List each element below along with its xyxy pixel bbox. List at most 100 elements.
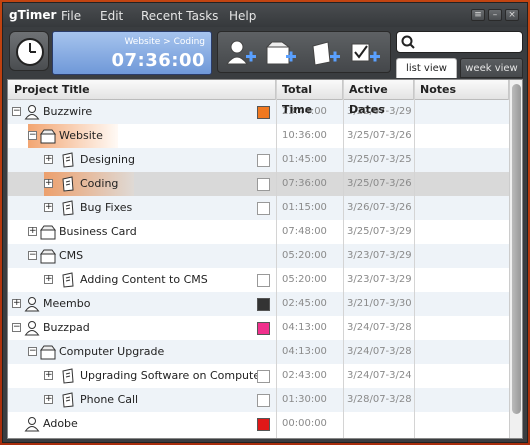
- add-todo-button[interactable]: [348, 38, 382, 68]
- project-title: Phone Call: [80, 393, 139, 406]
- gtimer-window: gTimer File Edit Recent Tasks Help ≡ – ×…: [2, 2, 528, 443]
- app-title: gTimer: [9, 8, 57, 22]
- collapse-icon[interactable]: −: [28, 251, 37, 260]
- expand-icon[interactable]: +: [44, 203, 53, 212]
- checkbox[interactable]: [257, 274, 270, 287]
- current-task-label: Website > Coding: [124, 37, 205, 47]
- menu-recent-tasks[interactable]: Recent Tasks: [141, 9, 218, 23]
- total-time: 01:30:00: [282, 394, 327, 405]
- menu-file[interactable]: File: [61, 9, 81, 23]
- table-row[interactable]: − CMS 05:20:00 3/23/07-3/29: [8, 244, 509, 268]
- project-title: Website: [59, 129, 103, 142]
- collapse-icon[interactable]: −: [12, 323, 21, 332]
- expand-icon[interactable]: +: [44, 395, 53, 404]
- project-title: Coding: [80, 177, 119, 190]
- table-row[interactable]: + Adding Content to CMS 05:20:00 3/23/07-3/…: [8, 268, 509, 292]
- table-row[interactable]: − Computer Upgrade 04:13:00 3/24/07-3/28: [8, 340, 509, 364]
- project-title: Upgrading Software on Computers: [80, 369, 258, 382]
- expand-icon[interactable]: +: [44, 155, 53, 164]
- table-row[interactable]: + Designing 01:45:00 3/25/07-3/25: [8, 148, 509, 172]
- close-button[interactable]: ×: [505, 9, 519, 21]
- checkbox[interactable]: [257, 370, 270, 383]
- total-time: 01:15:00: [282, 202, 327, 213]
- folder-icon: [40, 224, 56, 240]
- add-project-icon: [265, 41, 296, 65]
- project-title: Buzzwire: [43, 105, 93, 118]
- checkbox[interactable]: [257, 394, 270, 407]
- current-timer-display: Website > Coding 07:36:00: [52, 31, 212, 75]
- expand-icon[interactable]: +: [28, 227, 37, 236]
- column-project-title[interactable]: Project Title: [8, 80, 276, 100]
- minimize-button[interactable]: –: [488, 9, 502, 21]
- toolbar: Website > Coding 07:36:00 list view week…: [3, 27, 527, 79]
- collapse-icon[interactable]: −: [28, 131, 37, 140]
- table-row[interactable]: − Website 10:36:00 3/25/07-3/26: [8, 124, 509, 148]
- checkbox[interactable]: [257, 202, 270, 215]
- timer-toggle-button[interactable]: [9, 31, 49, 71]
- active-dates: 3/26/07-3/26: [347, 202, 412, 213]
- checkbox[interactable]: [257, 154, 270, 167]
- color-swatch[interactable]: [257, 298, 270, 311]
- color-swatch[interactable]: [257, 106, 270, 119]
- checkbox-add-icon: [351, 43, 380, 62]
- current-time-readout: 07:36:00: [111, 50, 205, 71]
- color-swatch[interactable]: [257, 322, 270, 335]
- person-icon: [24, 104, 40, 120]
- table-row[interactable]: + Meembo 02:45:00 3/21/07-3/30: [8, 292, 509, 316]
- expand-icon[interactable]: +: [44, 179, 53, 188]
- folder-icon: [40, 344, 56, 360]
- project-title: Adobe: [43, 417, 78, 430]
- total-time: 05:20:00: [282, 250, 327, 261]
- project-title: Business Card: [59, 225, 137, 238]
- folder-icon: [40, 128, 56, 144]
- table-row[interactable]: + Phone Call 01:30:00 3/28/07-3/28: [8, 388, 509, 412]
- scrollbar-thumb[interactable]: [512, 84, 521, 414]
- add-task-button[interactable]: [308, 38, 342, 68]
- task-tree: − Buzzwire 23:44:00 3/22/07-3/29− Website 10:…: [7, 79, 523, 439]
- column-active-dates[interactable]: Active Dates: [343, 80, 414, 116]
- active-dates: 3/25/07-3/26: [347, 130, 412, 141]
- clock-icon: [16, 38, 44, 66]
- table-row[interactable]: + Business Card 07:48:00 3/25/07-3/29: [8, 220, 509, 244]
- menu-bar: gTimer File Edit Recent Tasks Help ≡ – ×: [3, 3, 527, 27]
- collapse-icon[interactable]: −: [12, 107, 21, 116]
- project-title: Meembo: [43, 297, 91, 310]
- expand-icon[interactable]: +: [44, 275, 53, 284]
- total-time: 07:48:00: [282, 226, 327, 237]
- active-dates: 3/24/07-3/28: [347, 322, 412, 333]
- menu-help[interactable]: Help: [229, 9, 256, 23]
- table-row[interactable]: − Buzzwire 23:44:00 3/22/07-3/29: [8, 100, 509, 124]
- task-icon: [60, 176, 76, 192]
- action-buttons: [217, 31, 391, 73]
- tab-week-view[interactable]: week view: [460, 58, 523, 78]
- shade-button[interactable]: ≡: [471, 9, 485, 21]
- color-swatch[interactable]: [257, 418, 270, 431]
- total-time: 04:13:00: [282, 346, 327, 357]
- active-dates: 3/25/07-3/26: [347, 178, 412, 189]
- table-row[interactable]: + Coding 07:36:00 3/25/07-3/26: [8, 172, 509, 196]
- total-time: 02:45:00: [282, 298, 327, 309]
- active-dates: 3/23/07-3/29: [347, 274, 412, 285]
- tab-list-view[interactable]: list view: [396, 58, 457, 78]
- table-row[interactable]: − Buzzpad 04:13:00 3/24/07-3/28: [8, 316, 509, 340]
- checkbox[interactable]: [257, 178, 270, 191]
- expand-icon[interactable]: +: [44, 371, 53, 380]
- expand-icon[interactable]: +: [12, 299, 21, 308]
- task-icon: [60, 272, 76, 288]
- vertical-scrollbar[interactable]: [509, 80, 522, 438]
- column-divider: [276, 80, 277, 438]
- total-time: 01:45:00: [282, 154, 327, 165]
- table-row[interactable]: Adobe 00:00:00: [8, 412, 509, 436]
- search-input[interactable]: [419, 34, 517, 50]
- collapse-icon[interactable]: −: [28, 347, 37, 356]
- total-time: 00:00:00: [282, 418, 327, 429]
- table-row[interactable]: + Upgrading Software on Computers 02:43:00…: [8, 364, 509, 388]
- table-row[interactable]: + Bug Fixes 01:15:00 3/26/07-3/26: [8, 196, 509, 220]
- add-client-button[interactable]: [224, 38, 258, 68]
- column-notes[interactable]: Notes: [414, 80, 509, 100]
- project-title: Buzzpad: [43, 321, 90, 334]
- menu-edit[interactable]: Edit: [100, 9, 123, 23]
- column-total-time[interactable]: Total Time: [276, 80, 343, 116]
- active-dates: 3/28/07-3/28: [347, 394, 412, 405]
- add-project-button[interactable]: [264, 38, 298, 68]
